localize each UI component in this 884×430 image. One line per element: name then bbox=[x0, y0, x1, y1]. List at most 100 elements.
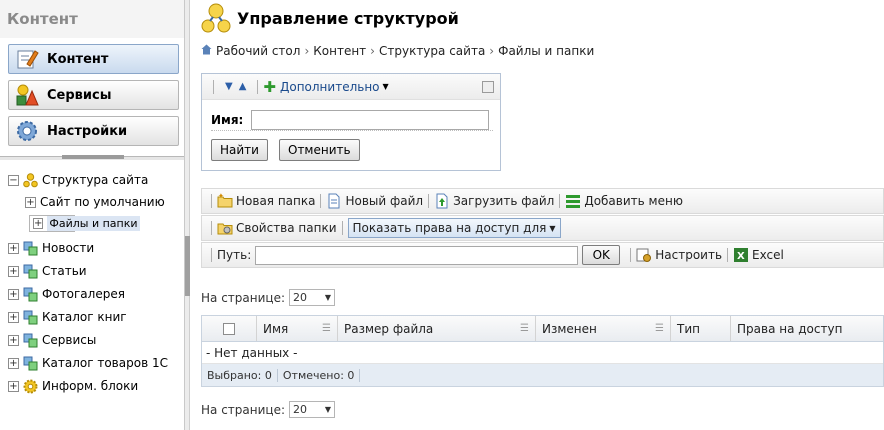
expand-toggle[interactable]: + bbox=[8, 357, 19, 369]
edit-note-icon bbox=[13, 46, 41, 72]
module-icon bbox=[23, 333, 38, 348]
upload-file-button[interactable]: Загрузить файл bbox=[434, 193, 554, 209]
cancel-button[interactable]: Отменить bbox=[279, 139, 360, 161]
name-input[interactable] bbox=[251, 110, 490, 130]
column-name[interactable]: Имя ☰ bbox=[257, 316, 338, 341]
module-icon bbox=[23, 241, 38, 256]
expand-toggle[interactable]: + bbox=[8, 288, 19, 300]
module-icon bbox=[23, 310, 38, 325]
per-page-top: На странице: 20 ▼ bbox=[201, 289, 335, 306]
tree-item-site-structure[interactable]: − Структура сайта bbox=[8, 170, 148, 190]
nav-button-label: Настройки bbox=[47, 123, 128, 139]
path-label: Путь: bbox=[217, 248, 252, 262]
expand-toggle[interactable]: + bbox=[8, 311, 19, 323]
tree-item-default-site[interactable]: + Сайт по умолчанию bbox=[25, 192, 165, 212]
move-down-icon[interactable]: ▼ bbox=[225, 81, 233, 92]
expand-toggle[interactable]: + bbox=[33, 218, 44, 229]
breadcrumb-item-content[interactable]: Контент bbox=[313, 44, 366, 58]
expand-toggle[interactable]: + bbox=[8, 380, 19, 392]
gear-icon bbox=[13, 118, 41, 144]
new-folder-icon: ✦ bbox=[217, 192, 233, 209]
column-modified[interactable]: Изменен ☰ bbox=[536, 316, 671, 341]
shapes-icon bbox=[13, 82, 41, 108]
tree-item-articles[interactable]: + Статьи bbox=[8, 261, 87, 281]
expand-toggle[interactable]: + bbox=[8, 265, 19, 277]
marked-count: Отмечено: 0 bbox=[278, 368, 361, 382]
per-page-bottom: На странице: 20 ▼ bbox=[201, 401, 335, 418]
select-all-checkbox[interactable] bbox=[223, 322, 235, 335]
chevron-down-icon: ▼ bbox=[549, 223, 556, 233]
per-page-label: На странице: bbox=[201, 402, 285, 417]
chevron-down-icon[interactable]: ▼ bbox=[383, 82, 389, 91]
breadcrumb-item[interactable]: Файлы и папки bbox=[498, 44, 594, 58]
home-icon bbox=[201, 44, 212, 58]
folder-settings-icon bbox=[217, 220, 233, 236]
more-filters-button[interactable]: Дополнительно bbox=[280, 80, 380, 94]
upload-icon bbox=[434, 193, 450, 209]
configure-icon bbox=[636, 247, 652, 263]
collapse-toggle[interactable]: − bbox=[8, 174, 19, 186]
nav-button-label: Контент bbox=[47, 51, 109, 67]
svg-text:✦: ✦ bbox=[218, 193, 224, 200]
breadcrumb: Рабочий стол › Контент › Структура сайта… bbox=[201, 44, 594, 58]
tree-item-services[interactable]: + Сервисы bbox=[8, 330, 96, 350]
grid-footer: Выбрано: 0 Отмечено: 0 bbox=[202, 364, 883, 386]
sidebar-title: Контент bbox=[0, 0, 184, 38]
name-label: Имя: bbox=[211, 113, 244, 127]
folder-properties-button[interactable]: Свойства папки bbox=[217, 220, 337, 236]
select-all-column bbox=[202, 316, 257, 341]
filter-toolbar: ▼ ▲ ✚ Дополнительно ▼ bbox=[202, 74, 500, 100]
breadcrumb-item[interactable]: Рабочий стол bbox=[216, 44, 300, 58]
column-file-size[interactable]: Размер файла ☰ bbox=[338, 316, 536, 341]
tree-item-1c-catalog[interactable]: + Каталог товаров 1С bbox=[8, 353, 168, 373]
column-type[interactable]: Тип bbox=[671, 316, 731, 341]
page-header: Управление структурой bbox=[201, 2, 459, 34]
nav-button-services[interactable]: Сервисы bbox=[8, 80, 179, 110]
breadcrumb-item[interactable]: Структура сайта bbox=[379, 44, 485, 58]
module-icon bbox=[23, 356, 38, 371]
sidebar-splitter[interactable] bbox=[0, 155, 184, 160]
grid-header: Имя ☰ Размер файла ☰ Изменен ☰ Тип Права на… bbox=[202, 316, 883, 342]
selected-count: Выбрано: 0 bbox=[202, 368, 278, 382]
show-access-rights-dropdown[interactable]: Показать права на доступ для ▼ bbox=[347, 218, 561, 238]
gear-group-icon bbox=[23, 379, 38, 394]
column-menu-icon[interactable]: ☰ bbox=[520, 323, 529, 334]
path-input[interactable] bbox=[255, 245, 579, 265]
empty-row: - Нет данных - bbox=[202, 342, 883, 364]
svg-text:X: X bbox=[737, 251, 745, 262]
files-grid: Имя ☰ Размер файла ☰ Изменен ☰ Тип Права на… bbox=[201, 315, 884, 387]
nav-button-settings[interactable]: Настройки bbox=[8, 116, 179, 146]
page-title: Управление структурой bbox=[237, 8, 459, 28]
expand-toggle[interactable]: + bbox=[8, 334, 19, 346]
new-file-button[interactable]: Новый файл bbox=[326, 193, 423, 209]
per-page-select[interactable]: 20 ▼ bbox=[289, 289, 335, 306]
add-menu-button[interactable]: Добавить меню bbox=[565, 193, 683, 209]
excel-export-button[interactable]: X Excel bbox=[733, 247, 784, 263]
move-up-icon[interactable]: ▲ bbox=[239, 81, 247, 92]
tree-item-gallery[interactable]: + Фотогалерея bbox=[8, 284, 125, 304]
tree-item-news[interactable]: + Новости bbox=[8, 238, 94, 258]
nav-button-content[interactable]: Контент bbox=[8, 44, 179, 74]
chevron-down-icon: ▼ bbox=[324, 293, 331, 302]
expand-toggle[interactable]: + bbox=[8, 242, 19, 254]
expand-toggle[interactable]: + bbox=[25, 196, 36, 208]
site-structure-icon bbox=[201, 2, 231, 34]
tree-item-files-folders[interactable]: + Файлы и папки bbox=[29, 215, 140, 232]
per-page-select[interactable]: 20 ▼ bbox=[289, 401, 335, 418]
vertical-splitter[interactable] bbox=[185, 0, 190, 430]
chevron-down-icon: ▼ bbox=[324, 405, 331, 414]
menu-list-icon bbox=[565, 193, 581, 209]
tree-item-book-catalog[interactable]: + Каталог книг bbox=[8, 307, 127, 327]
module-icon bbox=[23, 287, 38, 302]
filter-checkbox[interactable] bbox=[482, 80, 494, 93]
ok-button[interactable]: OK bbox=[582, 245, 621, 265]
tree-item-info-blocks[interactable]: + Информ. блоки bbox=[8, 376, 138, 396]
nav-button-label: Сервисы bbox=[47, 87, 112, 103]
column-access-rights[interactable]: Права на доступ bbox=[731, 316, 883, 341]
new-folder-button[interactable]: ✦ Новая папка bbox=[217, 192, 315, 209]
column-menu-icon[interactable]: ☰ bbox=[655, 323, 664, 334]
find-button[interactable]: Найти bbox=[211, 139, 268, 161]
file-toolbar: ✦ Новая папка Новый файл Загрузить файл … bbox=[201, 188, 884, 214]
configure-button[interactable]: Настроить bbox=[636, 247, 722, 263]
column-menu-icon[interactable]: ☰ bbox=[322, 323, 331, 334]
